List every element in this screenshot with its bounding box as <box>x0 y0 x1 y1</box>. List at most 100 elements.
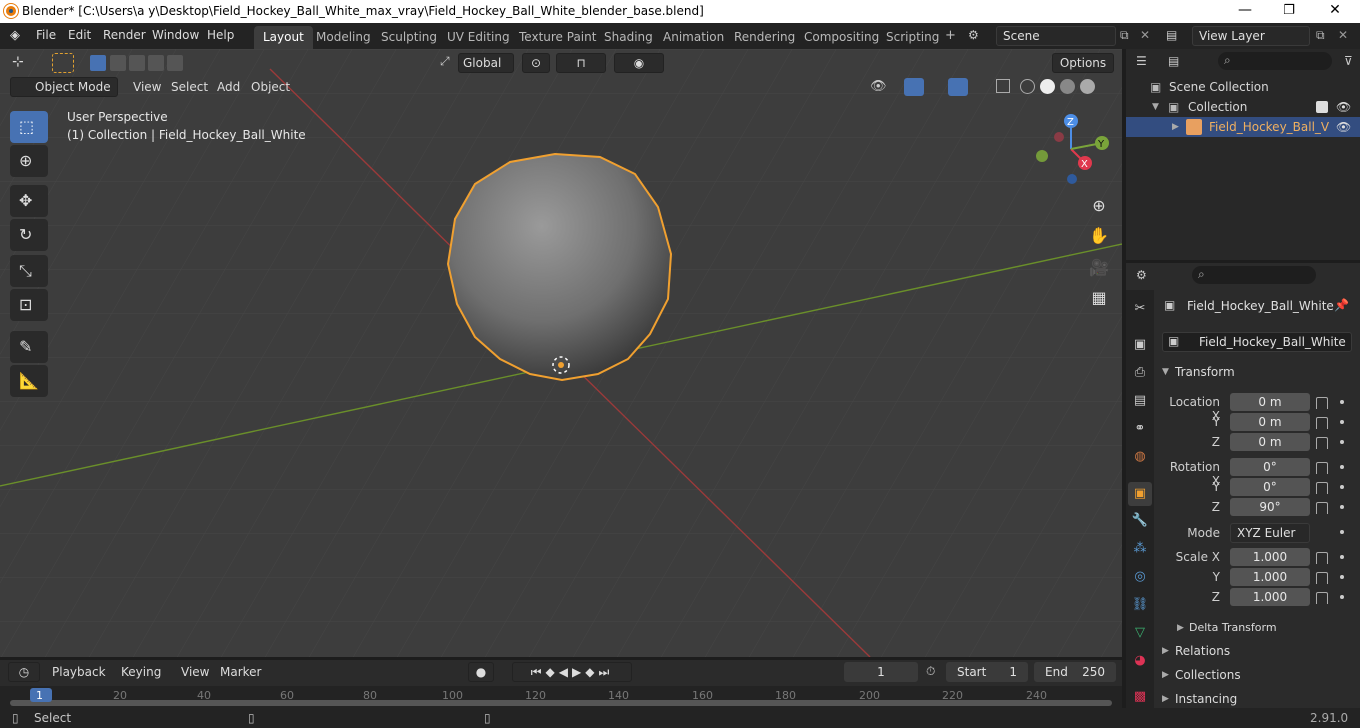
keyframe-dot-icon[interactable] <box>1340 485 1344 489</box>
gizmo-toggle-icon[interactable] <box>904 78 924 96</box>
pan-hand-icon[interactable]: ✋ <box>1086 223 1112 249</box>
keyframe-dot-icon[interactable] <box>1340 575 1344 579</box>
mode-extend-icon[interactable] <box>110 55 126 71</box>
scene-icon[interactable]: ⚙ <box>968 28 979 42</box>
wireframe-shading-icon[interactable] <box>1020 79 1035 94</box>
scene-tab-icon[interactable]: ⚭ <box>1131 420 1149 438</box>
timeline-menu-keying[interactable]: Keying <box>121 665 161 679</box>
world-tab-icon[interactable]: ◍ <box>1131 448 1149 466</box>
menu-file[interactable]: File <box>36 28 56 42</box>
expand-arrow-icon[interactable]: ▶ <box>1177 623 1184 633</box>
view-layer-icon[interactable]: ▤ <box>1166 28 1177 42</box>
overlay-toggle-icon[interactable] <box>948 78 968 96</box>
location-z-field[interactable]: 0 m <box>1230 433 1310 451</box>
view-layer-tab-icon[interactable]: ▤ <box>1131 392 1149 410</box>
tab-shading[interactable]: Shading <box>595 26 662 49</box>
lock-icon[interactable] <box>1316 592 1328 604</box>
stopwatch-icon[interactable]: ⏱ <box>926 664 935 679</box>
viewport-menu-select[interactable]: Select <box>171 80 208 94</box>
collection-visibility-icon[interactable]: 👁 <box>1336 97 1351 117</box>
lock-icon[interactable] <box>1316 437 1328 449</box>
rendered-shading-icon[interactable] <box>1080 79 1095 94</box>
pin-icon[interactable]: 📌 <box>1334 298 1349 312</box>
lock-icon[interactable] <box>1316 417 1328 429</box>
xray-toggle-icon[interactable] <box>996 79 1010 93</box>
outliner-row-object[interactable]: ▶ Field_Hockey_Ball_V 👁 <box>1126 117 1360 137</box>
new-view-layer-icon[interactable]: ⧉ <box>1316 28 1325 43</box>
minimize-button[interactable]: — <box>1222 0 1268 23</box>
camera-view-icon[interactable]: 🎥 <box>1086 255 1112 281</box>
delta-transform-section[interactable]: Delta Transform <box>1189 621 1277 634</box>
select-box-icon[interactable] <box>52 53 74 73</box>
viewport-menu-view[interactable]: View <box>133 80 161 94</box>
view-layer-field[interactable]: View Layer <box>1192 26 1310 46</box>
add-workspace-icon[interactable]: + <box>945 28 956 43</box>
close-button[interactable]: ✕ <box>1312 0 1358 23</box>
menu-window[interactable]: Window <box>152 28 199 42</box>
lock-icon[interactable] <box>1316 502 1328 514</box>
transform-collapse-icon[interactable]: ▼ <box>1162 367 1169 377</box>
keyframe-dot-icon[interactable] <box>1340 440 1344 444</box>
tab-layout[interactable]: Layout <box>254 26 313 49</box>
tab-compositing[interactable]: Compositing <box>795 26 888 49</box>
collection-checkbox[interactable] <box>1316 101 1328 113</box>
lock-icon[interactable] <box>1316 572 1328 584</box>
options-dropdown[interactable]: Options <box>1052 53 1114 73</box>
output-tab-icon[interactable]: ⎙ <box>1131 364 1149 382</box>
lock-icon[interactable] <box>1316 462 1328 474</box>
rotation-mode-dropdown[interactable]: XYZ Euler <box>1230 523 1310 543</box>
pivot-point-button[interactable]: ⊙ <box>522 53 550 73</box>
properties-search-input[interactable] <box>1192 266 1316 284</box>
end-frame-field[interactable]: End 250 <box>1034 662 1116 682</box>
outliner-editor-icon[interactable]: ☰ <box>1136 54 1147 68</box>
tab-rendering[interactable]: Rendering <box>725 26 804 49</box>
material-shading-icon[interactable] <box>1060 79 1075 94</box>
menu-edit[interactable]: Edit <box>68 28 91 42</box>
timeline-menu-playback[interactable]: Playback <box>52 665 106 679</box>
snap-button[interactable]: ⊓ <box>556 53 606 73</box>
timeline-menu-marker[interactable]: Marker <box>220 665 261 679</box>
modifier-tab-icon[interactable]: 🔧 <box>1131 512 1149 530</box>
grid-view-icon[interactable]: ▦ <box>1086 285 1112 311</box>
mode-subtract-icon[interactable] <box>129 55 145 71</box>
menu-render[interactable]: Render <box>103 28 146 42</box>
physics-tab-icon[interactable]: ◎ <box>1131 568 1149 586</box>
new-scene-icon[interactable]: ⧉ <box>1120 28 1129 43</box>
transform-orientation-icon[interactable]: ⤢ <box>440 54 450 69</box>
material-tab-icon[interactable]: ◕ <box>1131 652 1149 670</box>
expand-arrow-icon[interactable]: ▶ <box>1162 646 1169 656</box>
collections-section[interactable]: Collections <box>1175 668 1241 682</box>
scale-y-field[interactable]: 1.000 <box>1230 568 1310 586</box>
record-icon[interactable]: ● <box>468 662 494 682</box>
filter-icon[interactable]: ⊽ <box>1344 54 1353 68</box>
orientation-dropdown[interactable]: Global <box>458 53 514 73</box>
mode-intersect-icon[interactable] <box>167 55 183 71</box>
3d-viewport[interactable]: ⊹ ⤢ Global ⊙ ⊓ ◉ Options Object Mode Vie… <box>0 49 1122 657</box>
start-frame-field[interactable]: Start 1 <box>946 662 1028 682</box>
tab-modeling[interactable]: Modeling <box>307 26 380 49</box>
keyframe-dot-icon[interactable] <box>1340 555 1344 559</box>
mode-invert-icon[interactable] <box>148 55 164 71</box>
keyframe-dot-icon[interactable] <box>1340 505 1344 509</box>
mode-dropdown[interactable]: Object Mode <box>10 77 118 97</box>
location-y-field[interactable]: 0 m <box>1230 413 1310 431</box>
keyframe-dot-icon[interactable] <box>1340 465 1344 469</box>
properties-editor-icon[interactable]: ⚙ <box>1136 268 1147 282</box>
remove-view-layer-icon[interactable]: ✕ <box>1338 28 1348 42</box>
scale-x-field[interactable]: 1.000 <box>1230 548 1310 566</box>
data-tab-icon[interactable]: ▽ <box>1131 624 1149 642</box>
editor-type-icon[interactable]: ⊹ <box>12 54 24 70</box>
lock-icon[interactable] <box>1316 397 1328 409</box>
render-tab-icon[interactable]: ▣ <box>1131 336 1149 354</box>
outliner-row-scene-collection[interactable]: ▣ Scene Collection <box>1126 77 1360 97</box>
lock-icon[interactable] <box>1316 482 1328 494</box>
zoom-icon[interactable]: ⊕ <box>1086 193 1112 219</box>
visibility-icon[interactable]: 👁 <box>870 79 887 94</box>
instancing-section[interactable]: Instancing <box>1175 692 1237 706</box>
keyframe-dot-icon[interactable] <box>1340 595 1344 599</box>
playback-controls[interactable]: ⏮◆◀▶◆⏭ <box>512 662 632 682</box>
outliner-row-collection[interactable]: ▼ ▣ Collection 👁 <box>1126 97 1360 117</box>
rotation-y-field[interactable]: 0° <box>1230 478 1310 496</box>
viewport-menu-object[interactable]: Object <box>251 80 290 94</box>
display-mode-icon[interactable]: ▤ <box>1168 54 1179 68</box>
